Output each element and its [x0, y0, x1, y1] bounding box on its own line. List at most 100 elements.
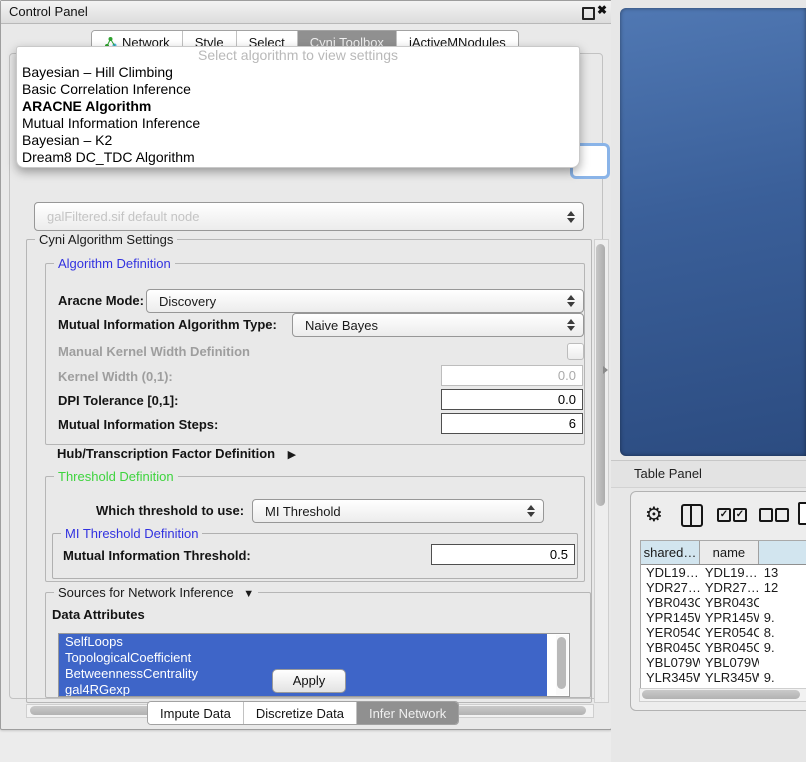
tab-discretize-data[interactable]: Discretize Data: [243, 702, 356, 724]
table-cell: YPR145W: [641, 610, 700, 625]
table-row[interactable]: YBR045CYBR045C9.: [641, 640, 806, 655]
mi-threshold-label: Mutual Information Threshold:: [63, 548, 251, 563]
column-header[interactable]: [759, 541, 806, 564]
table-row[interactable]: YBL079WYBL079W: [641, 655, 806, 670]
mi-steps-field[interactable]: 6: [441, 413, 583, 434]
table-row[interactable]: YBR043CYBR043C: [641, 595, 806, 610]
aracne-mode-label: Aracne Mode:: [58, 293, 144, 308]
tab-infer-network[interactable]: Infer Network: [356, 702, 458, 724]
table-cell: 12: [759, 580, 806, 595]
dpi-tolerance-field[interactable]: 0.0: [441, 389, 583, 410]
unchecked-box-icon[interactable]: [759, 508, 773, 522]
algorithm-option[interactable]: Mutual Information Inference: [17, 115, 579, 132]
attributes-vertical-scrollbar[interactable]: [556, 635, 568, 695]
unchecked-box-icon[interactable]: [775, 508, 789, 522]
which-threshold-combobox[interactable]: MI Threshold: [252, 499, 544, 523]
application-root: Control Panel ✖ NetworkStyleSelectCyni T…: [0, 0, 806, 762]
algorithm-option[interactable]: ARACNE Algorithm: [17, 98, 579, 115]
table-cell: YDL19…: [641, 565, 700, 580]
dpi-tolerance-label: DPI Tolerance [0,1]:: [58, 393, 178, 408]
table-horizontal-scrollbar[interactable]: [639, 688, 806, 702]
table-row[interactable]: YLR345WYLR345W9.: [641, 670, 806, 685]
mi-threshold-definition-group: MI Threshold Definition Mutual Informati…: [52, 533, 578, 579]
table-cell: YPR145W: [700, 610, 759, 625]
chevron-down-icon: ▼: [243, 588, 254, 600]
mi-threshold-field[interactable]: 0.5: [431, 544, 575, 565]
table-cell: 8.: [759, 625, 806, 640]
file-icon[interactable]: [798, 502, 806, 525]
aracne-mode-combobox[interactable]: Discovery: [146, 289, 584, 313]
algorithm-option[interactable]: Dream8 DC_TDC Algorithm: [17, 149, 579, 166]
column-header[interactable]: name: [700, 541, 759, 564]
table-row[interactable]: YER054CYER054C8.: [641, 625, 806, 640]
table-selector-combobox[interactable]: galFiltered.sif default node: [34, 202, 584, 231]
bottom-tabbar: Impute DataDiscretize DataInfer Network: [147, 701, 459, 725]
split-columns-icon[interactable]: [681, 504, 703, 527]
column-header[interactable]: shared…: [641, 541, 700, 564]
network-view-frame: GALGAL80GAL10GAL1GAL11SWI4GAL4GCY1HAP4YH…: [620, 8, 806, 456]
table-cell: YBR043C: [641, 595, 700, 610]
attribute-item[interactable]: TopologicalCoefficient: [59, 650, 547, 666]
threshold-definition-group: Threshold Definition Which threshold to …: [45, 476, 585, 582]
table-cell: YER054C: [700, 625, 759, 640]
apply-button[interactable]: Apply: [272, 669, 346, 693]
algorithm-definition-title: Algorithm Definition: [54, 256, 175, 271]
algorithm-option[interactable]: Bayesian – Hill Climbing: [17, 64, 579, 81]
data-attributes-label: Data Attributes: [52, 607, 145, 622]
chevron-right-icon: ▶: [288, 449, 296, 461]
manual-kernel-width-checkbox[interactable]: [567, 343, 584, 360]
table-header-row: shared…name: [641, 541, 806, 565]
table-cell: 13: [759, 565, 806, 580]
node-table[interactable]: shared…name YDL19…YDL19…13YDR27…YDR27…12…: [640, 540, 806, 701]
attribute-item[interactable]: SelfLoops: [59, 634, 547, 650]
splitter-handle-icon[interactable]: [603, 366, 608, 374]
close-icon[interactable]: ✖: [597, 3, 607, 17]
table-cell: YDL19…: [700, 565, 759, 580]
table-cell: 9.: [759, 670, 806, 685]
float-window-icon[interactable]: [582, 7, 595, 20]
hub-definition-label: Hub/Transcription Factor Definition: [57, 446, 275, 461]
table-cell: YBR045C: [641, 640, 700, 655]
threshold-definition-title: Threshold Definition: [54, 469, 178, 484]
table-panel-body: ⚙ ✓ ✓ shared…name YDL19…YDL19…13YDR27…YD…: [630, 491, 806, 711]
table-cell: YDR27…: [641, 580, 700, 595]
checked-box-icon[interactable]: ✓: [717, 508, 731, 522]
algorithm-option[interactable]: Bayesian – K2: [17, 132, 579, 149]
kernel-width-label: Kernel Width (0,1):: [58, 369, 173, 384]
gear-icon[interactable]: ⚙: [645, 502, 663, 526]
algorithm-dropdown-popup: Select algorithm to view settings Bayesi…: [16, 46, 580, 168]
table-cell: YLR345W: [641, 670, 700, 685]
combo-arrows-icon: [523, 505, 539, 517]
table-row[interactable]: YDR27…YDR27…12: [641, 580, 806, 595]
control-panel-title: Control Panel: [9, 4, 88, 19]
table-panel-title: Table Panel: [634, 466, 702, 481]
sources-title[interactable]: Sources for Network Inference ▼: [54, 585, 258, 602]
hub-definition-toggle[interactable]: Hub/Transcription Factor Definition ▶: [57, 445, 296, 463]
table-row[interactable]: YPR145WYPR145W9.: [641, 610, 806, 625]
table-cell: YER054C: [641, 625, 700, 640]
combo-arrows-icon: [563, 319, 579, 331]
table-cell: YBL079W: [641, 655, 700, 670]
table-toolbar: ⚙ ✓ ✓: [631, 502, 806, 532]
mi-algorithm-type-combobox[interactable]: Naive Bayes: [292, 313, 584, 337]
table-cell: YBR045C: [700, 640, 759, 655]
manual-kernel-width-label: Manual Kernel Width Definition: [58, 344, 250, 359]
table-cell: YDR27…: [700, 580, 759, 595]
kernel-width-field[interactable]: 0.0: [441, 365, 583, 386]
table-cell: [759, 595, 806, 610]
table-row[interactable]: YDL19…YDL19…13: [641, 565, 806, 580]
combo-arrows-icon: [563, 295, 579, 307]
table-cell: YBL079W: [700, 655, 759, 670]
mi-steps-label: Mutual Information Steps:: [58, 417, 218, 432]
checked-box-icon[interactable]: ✓: [733, 508, 747, 522]
tab-impute-data[interactable]: Impute Data: [148, 702, 243, 724]
aracne-mode-value: Discovery: [147, 294, 563, 309]
table-cell: YBR043C: [700, 595, 759, 610]
table-cell: 9.: [759, 640, 806, 655]
table-selector-value: galFiltered.sif default node: [35, 209, 563, 224]
algorithm-definition-group: Algorithm Definition Aracne Mode: Discov…: [45, 263, 585, 445]
sources-title-text: Sources for Network Inference: [58, 585, 234, 600]
algorithm-option[interactable]: Basic Correlation Inference: [17, 81, 579, 98]
settings-vertical-scrollbar[interactable]: [594, 239, 609, 703]
which-threshold-label: Which threshold to use:: [96, 503, 244, 518]
